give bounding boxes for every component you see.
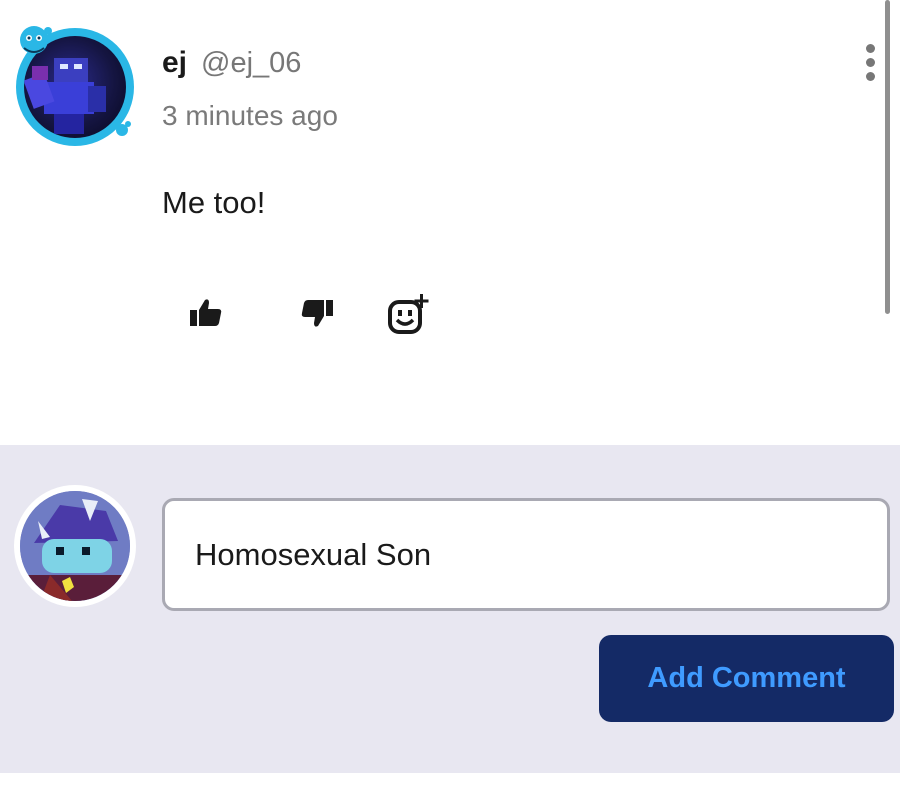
comment-card: ej @ej_06 3 minutes ago Me too! [0,0,900,445]
more-options-icon[interactable] [858,44,882,88]
bottom-divider [0,773,900,793]
avatar-frame-deco-icon [20,26,131,136]
comment-handle[interactable]: @ej_06 [201,47,301,80]
comment-timestamp: 3 minutes ago [162,100,338,131]
current-user-avatar-image [20,491,130,601]
scrollbar[interactable] [885,0,890,314]
thumbs-down-icon[interactable] [294,292,338,336]
comment-body: Me too! [162,185,266,220]
add-comment-button[interactable]: Add Comment [599,635,894,722]
add-reaction-icon[interactable] [386,292,430,336]
comment-username[interactable]: ej [162,46,187,80]
thumbs-up-icon[interactable] [185,292,229,336]
commenter-avatar[interactable] [14,24,136,148]
current-user-avatar[interactable] [14,485,136,607]
comment-input[interactable] [162,498,890,611]
